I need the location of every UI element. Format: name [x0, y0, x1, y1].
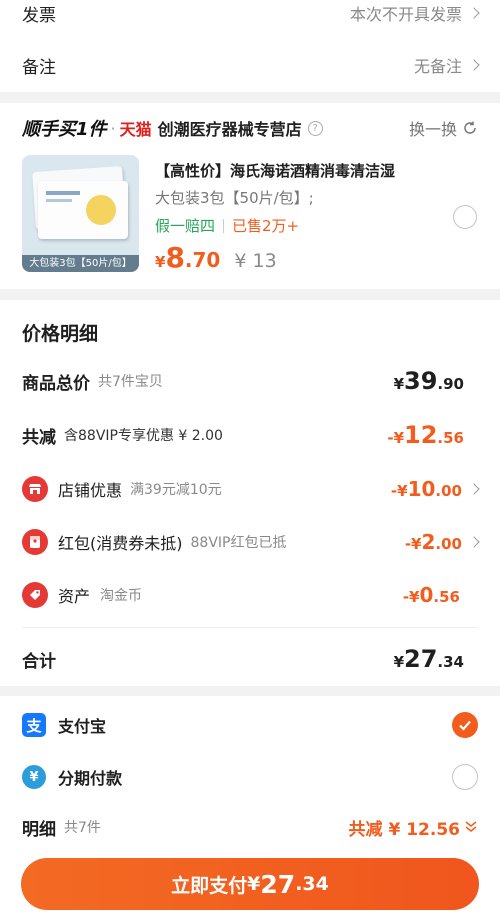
asset-note: 淘金币 — [100, 588, 143, 604]
price-detail-title: 价格明细 — [22, 323, 99, 345]
swap-label: 换一换 — [408, 120, 457, 139]
order-options-card: 发票 本次不开具发票 备注 无备注 — [0, 0, 500, 92]
chevron-right-icon — [468, 7, 480, 19]
installment-label: 分期付款 — [58, 769, 123, 788]
installment-option[interactable]: ¥ 分期付款 — [22, 762, 478, 792]
footer-detail-row[interactable]: 明细 共7件 共减 ¥ 12.56 — [22, 812, 478, 842]
product-select-radio[interactable] — [453, 205, 477, 229]
store-discount-amount: -¥10.00 — [390, 477, 462, 501]
detail-label: 明细 — [22, 819, 56, 840]
double-chevron-down-icon — [465, 821, 477, 832]
sum-row: 合计 ¥27.34 — [22, 644, 478, 674]
asset-label: 资产 — [58, 587, 91, 606]
invoice-row[interactable]: 发票 本次不开具发票 — [22, 2, 480, 26]
goods-total-count: 共7件宝贝 — [98, 374, 163, 390]
remark-row[interactable]: 备注 无备注 — [22, 53, 480, 78]
store-name[interactable]: 创潮医疗器械专营店 — [158, 116, 302, 140]
alipay-label: 支付宝 — [58, 717, 107, 736]
store-discount-rule: 满39元减10元 — [130, 482, 222, 498]
separator-dot: · — [110, 118, 116, 138]
store-header: 顺手买1件 · 天猫 创潮医疗器械专营店 ? 换一换 — [22, 115, 478, 141]
help-icon[interactable]: ? — [307, 120, 323, 136]
footer-discount: 共减 ¥ 12.56 — [348, 819, 460, 840]
pay-button-label: 立即支付 — [171, 874, 248, 897]
red-packet-row[interactable]: 红包(消费券未抵) 88VIP红包已抵 -¥2.00 — [22, 527, 480, 557]
pay-button-yen: ¥ — [247, 873, 261, 895]
alipay-icon: 支 — [22, 713, 46, 737]
chevron-right-icon — [468, 536, 480, 548]
tmall-logo: 天猫 — [119, 120, 152, 139]
invoice-value: 本次不开具发票 — [349, 5, 462, 24]
remark-label: 备注 — [22, 57, 56, 78]
red-packet-label: 红包(消费券未抵) — [58, 534, 183, 553]
sum-label: 合计 — [22, 651, 56, 672]
product-spec[interactable]: 大包装3包【50片/包】; — [155, 187, 314, 208]
installment-icon: ¥ — [22, 765, 46, 789]
store-discount-row[interactable]: 店铺优惠 满39元减10元 -¥10.00 — [22, 474, 480, 504]
product-image[interactable]: 大包装3包【50片/包】 — [22, 155, 139, 272]
price-detail-card: 价格明细 商品总价 共7件宝贝 ¥39.90 共减 含88VIP专享优惠 ¥ 2… — [0, 300, 500, 686]
installment-radio[interactable] — [452, 764, 478, 790]
goods-total-label: 商品总价 — [22, 373, 90, 394]
store-icon — [22, 476, 48, 502]
red-packet-note: 88VIP红包已抵 — [190, 535, 287, 551]
product-price: ¥8.70 — [155, 241, 221, 274]
asset-amount: -¥0.56 — [402, 583, 460, 607]
chevron-right-icon — [468, 59, 480, 71]
product-image-caption: 大包装3包【50片/包】 — [22, 255, 139, 272]
sum-amount: ¥27.34 — [393, 645, 464, 673]
asset-tag-icon — [22, 582, 48, 608]
pay-now-button[interactable]: 立即支付 ¥ 27 .34 — [21, 858, 479, 910]
shunshou-badge: 顺手买1件 — [22, 119, 107, 140]
product-title[interactable]: 【高性价】海氏海诺酒精消毒清洁湿 — [155, 160, 395, 181]
alipay-radio-checked[interactable] — [452, 712, 478, 738]
pay-button-dec: .34 — [295, 873, 329, 895]
refresh-icon — [464, 121, 476, 134]
swap-button[interactable]: 换一换 — [409, 116, 478, 140]
guarantee-tag: 假一赔四 — [155, 217, 216, 235]
store-card: 顺手买1件 · 天猫 创潮医疗器械专营店 ? 换一换 大包装3包【50片/包】 … — [0, 103, 500, 289]
alipay-option[interactable]: 支 支付宝 — [22, 710, 478, 740]
payment-card: 支 支付宝 ¥ 分期付款 明细 共7件 共减 ¥ 12.56 立即支付 ¥ 27 — [0, 696, 500, 919]
invoice-label: 发票 — [22, 5, 56, 26]
divider — [22, 627, 478, 628]
store-discount-label: 店铺优惠 — [58, 481, 123, 500]
vip-discount-note: 含88VIP专享优惠 ¥ 2.00 — [64, 428, 223, 444]
detail-count: 共7件 — [64, 820, 101, 836]
goods-total-amount: ¥39.90 — [393, 367, 464, 395]
red-packet-amount: -¥2.00 — [404, 530, 462, 554]
total-discount-amount: -¥12.56 — [387, 421, 464, 449]
original-price: ¥ 13 — [234, 250, 277, 272]
asset-row[interactable]: 资产 淘金币 -¥0.56 — [22, 580, 478, 610]
sold-count: 已售2万+ — [232, 217, 300, 235]
red-packet-icon — [22, 529, 48, 555]
pay-button-int: 27 — [260, 869, 296, 899]
chevron-right-icon — [468, 483, 480, 495]
remark-value: 无备注 — [413, 57, 462, 76]
total-discount-label: 共减 — [22, 427, 56, 448]
goods-total-row: 商品总价 共7件宝贝 ¥39.90 — [22, 366, 478, 396]
total-discount-row: 共减 含88VIP专享优惠 ¥ 2.00 -¥12.56 — [22, 420, 478, 450]
